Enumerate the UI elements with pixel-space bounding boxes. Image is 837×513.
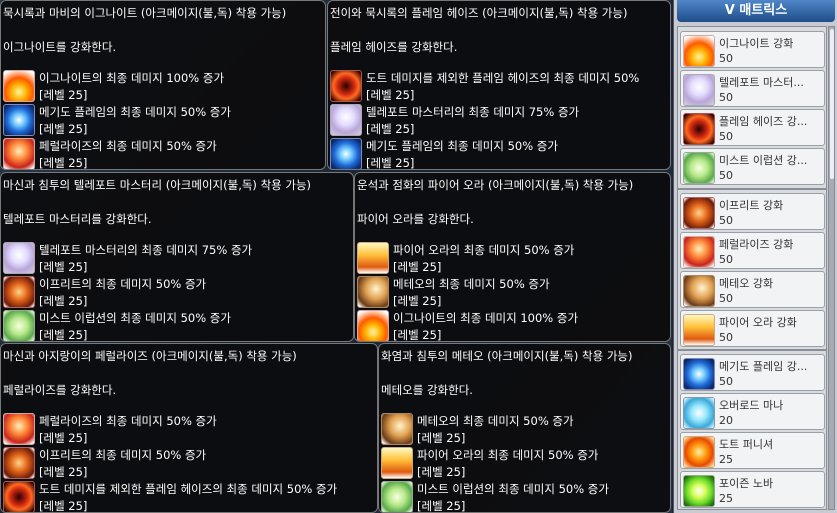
tooltip-meteor: 화염과 침투의 메테오 (아크메이지(불,독) 착용 가능) 메테오를 강화한다…: [378, 343, 671, 513]
ignite-icon: [683, 35, 715, 67]
core-slot[interactable]: 이프리트 강화 50: [680, 193, 825, 230]
fire-aura-icon: [381, 447, 413, 479]
teleport-mastery-icon: [330, 104, 362, 136]
core-slot[interactable]: 플레임 헤이즈 강... 50: [680, 109, 825, 146]
ifrit-icon: [3, 276, 35, 308]
core-slot[interactable]: 메기도 플레임 강... 50: [680, 354, 825, 391]
meteor-icon: [381, 413, 413, 445]
dot-punisher-icon: [683, 436, 715, 468]
ifrit-icon: [3, 447, 35, 479]
flame-haze-icon: [3, 481, 35, 512]
core-slot[interactable]: 텔레포트 마스터... 50: [680, 70, 825, 107]
tooltip-description: 페럴라이즈를 강화한다.: [3, 383, 117, 397]
divider: [678, 188, 826, 190]
tooltip-title: 전이와 묵시록의 플레임 헤이즈 (아크메이지(불,독) 착용 가능): [330, 6, 628, 20]
core-slot[interactable]: 페럴라이즈 강화 50: [680, 232, 825, 269]
poison-nova-icon: [683, 475, 715, 507]
mist-eruption-icon: [381, 481, 413, 512]
tooltip-description: 메테오를 강화한다.: [381, 383, 473, 397]
tooltip-description: 이그나이트를 강화한다.: [3, 40, 117, 54]
core-slot[interactable]: 이그나이트 강화 50: [680, 31, 825, 68]
megido-flame-icon: [3, 104, 35, 136]
ignite-icon: [357, 310, 389, 341]
tooltip-flame-haze: 전이와 묵시록의 플레임 헤이즈 (아크메이지(불,독) 착용 가능) 플레임 …: [327, 0, 671, 170]
panel-title: V 매트릭스: [677, 0, 835, 22]
tooltip-title: 마신과 아지랑이의 페럴라이즈 (아크메이지(불,독) 착용 가능): [3, 349, 297, 363]
meteor-icon: [357, 276, 389, 308]
flame-haze-icon: [330, 70, 362, 102]
tooltip-description: 파이어 오라를 강화한다.: [357, 212, 474, 226]
paralyze-icon: [3, 413, 35, 445]
scrollbar[interactable]: [828, 26, 835, 510]
meteor-icon: [683, 275, 715, 307]
fire-aura-icon: [683, 314, 715, 346]
teleport-mastery-icon: [3, 242, 35, 274]
divider: [678, 349, 826, 351]
ignite-icon: [3, 70, 35, 102]
mist-eruption-icon: [3, 310, 35, 341]
tooltip-fire-aura: 운석과 점화의 파이어 오라 (아크메이지(불,독) 착용 가능) 파이어 오라…: [354, 172, 671, 342]
core-slot[interactable]: 메테오 강화 50: [680, 271, 825, 308]
tooltip-ignite: 묵시록과 마비의 이그나이트 (아크메이지(불,독) 착용 가능) 이그나이트를…: [0, 0, 326, 170]
flame-haze-icon: [683, 113, 715, 145]
teleport-mastery-icon: [683, 74, 715, 106]
tooltip-teleport-mastery: 마신과 침투의 텔레포트 마스터리 (아크메이지(불,독) 착용 가능) 텔레포…: [0, 172, 354, 342]
tooltip-paralyze: 마신과 아지랑이의 페럴라이즈 (아크메이지(불,독) 착용 가능) 페럴라이즈…: [0, 343, 378, 513]
tooltip-title: 화염과 침투의 메테오 (아크메이지(불,독) 착용 가능): [381, 349, 633, 363]
fire-aura-icon: [357, 242, 389, 274]
core-slot[interactable]: 도트 퍼니셔 25: [680, 432, 825, 469]
ifrit-icon: [683, 197, 715, 229]
tooltip-title: 운석과 점화의 파이어 오라 (아크메이지(불,독) 착용 가능): [357, 178, 634, 192]
tooltip-description: 플레임 헤이즈를 강화한다.: [330, 40, 458, 54]
core-slot[interactable]: 오버로드 마나 20: [680, 393, 825, 430]
megido-flame-icon: [683, 358, 715, 390]
megido-flame-icon: [330, 138, 362, 169]
core-slot[interactable]: 파이어 오라 강화 50: [680, 310, 825, 347]
tooltip-title: 묵시록과 마비의 이그나이트 (아크메이지(불,독) 착용 가능): [3, 6, 287, 20]
paralyze-icon: [3, 138, 35, 169]
scrollbar-thumb[interactable]: [830, 29, 834, 179]
overload-mana-icon: [683, 397, 715, 429]
core-list: 이그나이트 강화 50 텔레포트 마스터... 50 플레임 헤이즈 강... 50 …: [677, 26, 827, 510]
core-slot[interactable]: 미스트 이럽션 강... 50: [680, 148, 825, 185]
paralyze-icon: [683, 236, 715, 268]
mist-eruption-icon: [683, 152, 715, 184]
core-slot[interactable]: 포이즌 노바 25: [680, 471, 825, 508]
tooltip-description: 텔레포트 마스터리를 강화한다.: [3, 212, 152, 226]
tooltip-title: 마신과 침투의 텔레포트 마스터리 (아크메이지(불,독) 착용 가능): [3, 178, 312, 192]
v-matrix-panel: V 매트릭스 이그나이트 강화 50 텔레포트 마스터... 50 플레임 헤이즈 …: [673, 0, 837, 513]
